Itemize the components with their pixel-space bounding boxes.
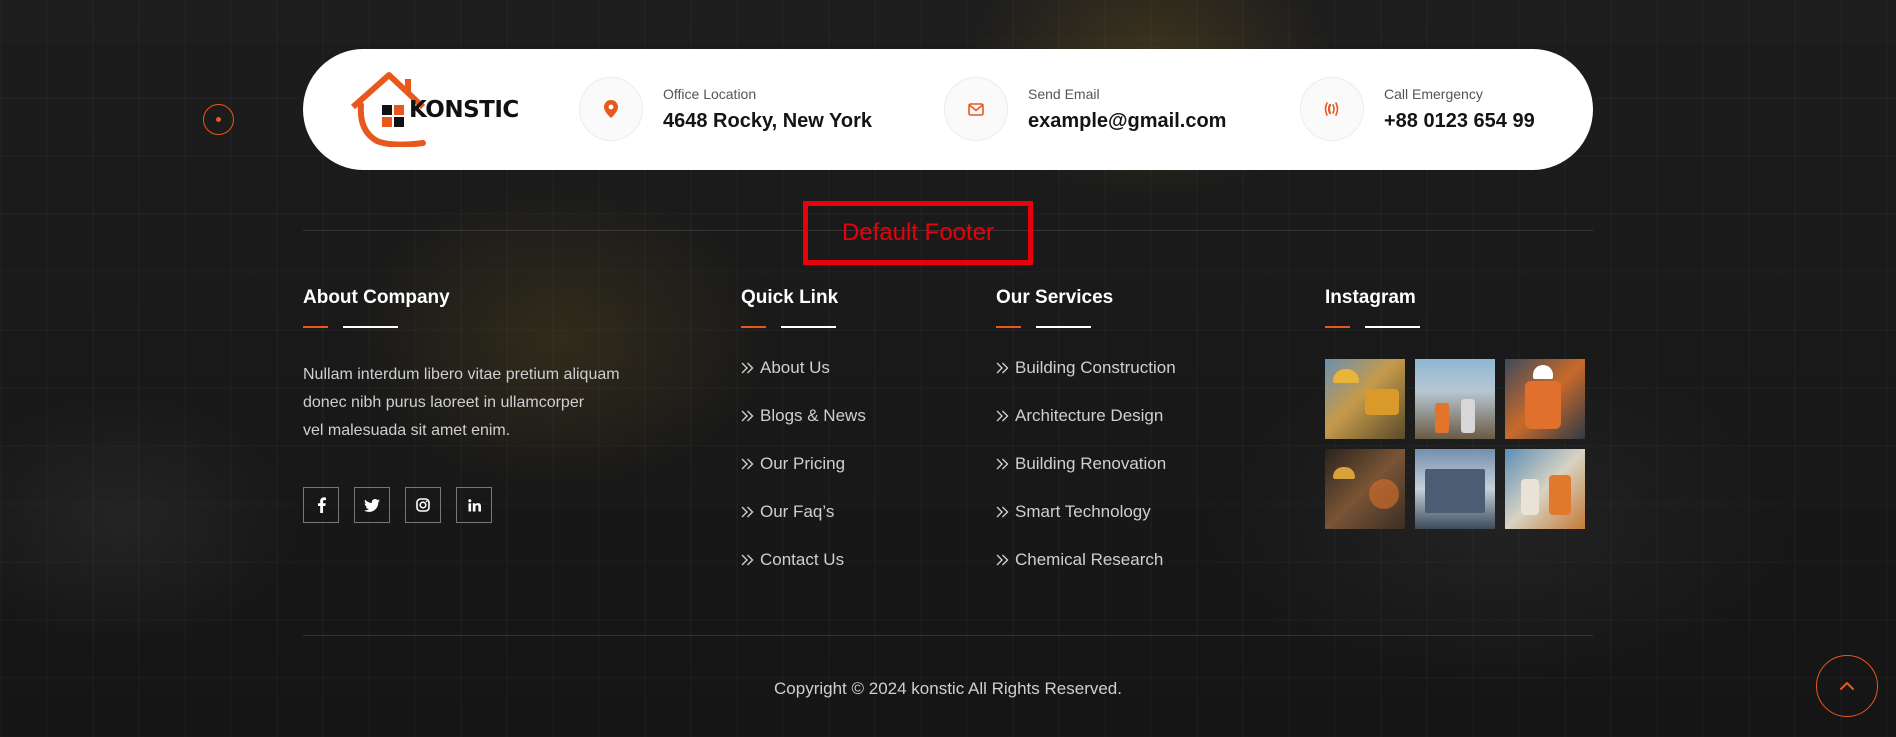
copyright-text: Copyright © 2024 konstic All Rights Rese… (774, 679, 1122, 698)
link-label: About Us (760, 358, 830, 377)
title-underline (996, 326, 1096, 329)
double-chevron-right-icon (996, 506, 1009, 518)
title-underline (741, 326, 841, 329)
quick-link-column: Quick Link About Us Blogs & News Our Pri… (741, 287, 866, 584)
back-to-top-button[interactable] (1816, 655, 1878, 717)
services-title: Our Services (996, 287, 1114, 308)
double-chevron-right-icon (996, 554, 1009, 566)
email-link[interactable]: example@gmail.com (1028, 110, 1226, 133)
service-chemical-research[interactable]: Chemical Research (996, 536, 1176, 584)
quick-link-blogs-news[interactable]: Blogs & News (741, 392, 866, 440)
office-location-value: 4648 Rocky, New York (663, 109, 873, 132)
instagram-icon[interactable] (405, 487, 441, 523)
about-column: About Company Nullam interdum libero vit… (303, 287, 643, 523)
instagram-photo[interactable] (1415, 359, 1495, 439)
link-label: Our Pricing (760, 454, 846, 473)
instagram-column: Instagram (1325, 287, 1585, 529)
link-label: Building Construction (1015, 358, 1176, 377)
contact-bar: KONSTIC Office Location 4648 Rocky, New … (303, 49, 1593, 170)
about-line: donec nibh purus laoreet in ullamcorper (303, 394, 585, 411)
double-chevron-right-icon (741, 554, 754, 566)
floating-dot-icon (203, 104, 234, 135)
instagram-photo[interactable] (1415, 449, 1495, 529)
envelope-icon (944, 77, 1008, 141)
call-emergency[interactable]: Call Emergency +88 0123 654 99 (1300, 77, 1535, 141)
link-label: Chemical Research (1015, 550, 1164, 569)
bottom-divider (303, 635, 1593, 636)
double-chevron-right-icon (996, 362, 1009, 374)
services-column: Our Services Building Construction Archi… (996, 287, 1176, 584)
phone-link[interactable]: +88 0123 654 99 (1384, 110, 1535, 133)
linkedin-icon[interactable] (456, 487, 492, 523)
instagram-photo[interactable] (1325, 449, 1405, 529)
about-line: vel malesuada sit amet enim. (303, 422, 511, 439)
service-architecture-design[interactable]: Architecture Design (996, 392, 1176, 440)
call-emergency-label: Call Emergency (1384, 85, 1483, 102)
link-label: Architecture Design (1015, 406, 1164, 425)
double-chevron-right-icon (741, 506, 754, 518)
quick-link-title: Quick Link (741, 287, 839, 308)
default-footer-annotation: Default Footer (803, 201, 1033, 265)
send-email-label: Send Email (1028, 85, 1100, 102)
link-label: Building Renovation (1015, 454, 1167, 473)
social-links (303, 487, 643, 523)
about-title: About Company (303, 287, 450, 308)
send-email[interactable]: Send Email example@gmail.com (944, 77, 1226, 141)
instagram-photo[interactable] (1505, 449, 1585, 529)
service-building-renovation[interactable]: Building Renovation (996, 440, 1176, 488)
instagram-title: Instagram (1325, 287, 1416, 308)
instagram-photo[interactable] (1325, 359, 1405, 439)
double-chevron-right-icon (996, 458, 1009, 470)
quick-links-list: About Us Blogs & News Our Pricing Our Fa… (741, 344, 866, 584)
quick-link-our-pricing[interactable]: Our Pricing (741, 440, 866, 488)
quick-link-about-us[interactable]: About Us (741, 344, 866, 392)
phone-icon (1300, 77, 1364, 141)
twitter-icon[interactable] (354, 487, 390, 523)
quick-link-contact-us[interactable]: Contact Us (741, 536, 866, 584)
office-location: Office Location 4648 Rocky, New York (579, 77, 872, 141)
chevron-up-icon (1840, 682, 1854, 690)
brand-logo[interactable]: KONSTIC (351, 71, 521, 148)
instagram-photo[interactable] (1505, 359, 1585, 439)
title-underline (1325, 326, 1425, 329)
double-chevron-right-icon (741, 362, 754, 374)
link-label: Blogs & News (760, 406, 866, 425)
service-building-construction[interactable]: Building Construction (996, 344, 1176, 392)
link-label: Our Faq’s (760, 502, 835, 521)
double-chevron-right-icon (996, 410, 1009, 422)
facebook-icon[interactable] (303, 487, 339, 523)
link-label: Contact Us (760, 550, 845, 569)
map-pin-icon (579, 77, 643, 141)
quick-link-our-faqs[interactable]: Our Faq’s (741, 488, 866, 536)
brand-name: KONSTIC (409, 97, 519, 123)
services-list: Building Construction Architecture Desig… (996, 344, 1176, 584)
double-chevron-right-icon (741, 410, 754, 422)
about-line: Nullam interdum libero vitae pretium ali… (303, 366, 620, 383)
service-smart-technology[interactable]: Smart Technology (996, 488, 1176, 536)
office-location-label: Office Location (663, 85, 757, 102)
link-label: Smart Technology (1015, 502, 1151, 521)
instagram-grid (1325, 359, 1585, 529)
title-underline (303, 326, 403, 329)
about-text: Nullam interdum libero vitae pretium ali… (303, 361, 643, 445)
double-chevron-right-icon (741, 458, 754, 470)
